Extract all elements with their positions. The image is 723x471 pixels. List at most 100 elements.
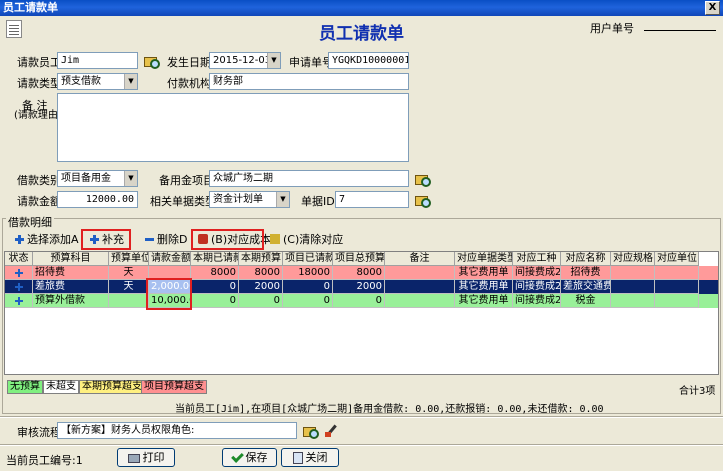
row-period-requested[interactable]: 8000 <box>191 266 239 280</box>
row-project-budget[interactable]: 8000 <box>333 266 385 280</box>
column-header[interactable]: 请款金额 <box>149 252 191 266</box>
row-project-budget[interactable]: 2000 <box>333 280 385 294</box>
column-header[interactable]: 状态 <box>5 252 33 266</box>
row-project-requested[interactable]: 18000 <box>283 266 333 280</box>
row-period-requested[interactable]: 0 <box>191 294 239 308</box>
plus-icon <box>15 235 24 244</box>
row-doc-type[interactable]: 其它费用单 <box>455 294 513 308</box>
pay-org-field[interactable]: 财务部 <box>209 73 409 90</box>
table-row[interactable]: 差旅费 天 2,000.00 0 2000 0 2000 其它费用单 间接费成2… <box>5 280 719 294</box>
print-label: 打印 <box>143 451 165 464</box>
chevron-down-icon[interactable]: ▼ <box>124 171 137 186</box>
row-name[interactable]: 税金 <box>561 294 611 308</box>
save-button[interactable]: 保存 <box>222 448 277 467</box>
request-type-value: 预支借款 <box>61 76 101 87</box>
employee-field[interactable]: Jim <box>57 52 138 69</box>
row-doc-type[interactable]: 其它费用单 <box>455 280 513 294</box>
column-header[interactable]: 对应工种 <box>513 252 561 266</box>
column-header[interactable]: 对应名称 <box>561 252 611 266</box>
row-name[interactable]: 差旅交通费 <box>561 280 611 294</box>
related-doc-type-value: 资金计划单 <box>213 194 263 205</box>
row-period-budget[interactable]: 2000 <box>239 280 283 294</box>
row-unit[interactable]: 天 <box>109 280 149 294</box>
approval-lookup-icon[interactable] <box>303 425 317 437</box>
clear-match-button[interactable]: (C)清除对应 <box>270 232 343 248</box>
borrow-type-select[interactable]: 项目备用金▼ <box>57 170 138 187</box>
select-add-label: 选择添加A <box>27 233 79 246</box>
request-type-select[interactable]: 预支借款 ▼ <box>57 73 138 90</box>
row-status[interactable] <box>5 266 33 280</box>
row-remark[interactable] <box>385 280 455 294</box>
date-picker[interactable]: 2015-12-03▼ <box>209 52 281 69</box>
column-header[interactable]: 预算科目 <box>33 252 109 266</box>
row-status[interactable] <box>5 294 33 308</box>
related-doc-type-select[interactable]: 资金计划单 ▼ <box>209 191 290 208</box>
printer-icon <box>128 454 140 463</box>
approval-label: 审核流程 <box>17 424 61 440</box>
row-remark[interactable] <box>385 294 455 308</box>
legend-no-budget: 无预算 <box>7 380 43 394</box>
form-header: 员工请款单 用户单号 <box>0 16 723 44</box>
approval-field[interactable]: 【新方案】财务人员权限角色: <box>57 422 297 439</box>
column-header[interactable]: 对应单据类型 <box>455 252 513 266</box>
select-add-button[interactable]: 选择添加A <box>15 232 79 248</box>
table-row[interactable]: 预算外借款 10,000.00 0 0 0 0 其它费用单 间接费成2 税金 <box>5 294 719 308</box>
remark-textarea[interactable] <box>57 93 409 162</box>
column-header[interactable]: 本期预算 <box>239 252 283 266</box>
row-work-type[interactable]: 间接费成2 <box>513 266 561 280</box>
row-project-requested[interactable]: 0 <box>283 280 333 294</box>
doc-id-lookup-icon[interactable] <box>415 194 429 206</box>
employee-lookup-icon[interactable] <box>144 55 158 67</box>
reserve-item-lookup-icon[interactable] <box>415 173 429 185</box>
status-employee-no: 当前员工编号:1 <box>6 452 83 468</box>
chevron-down-icon[interactable]: ▼ <box>267 53 280 68</box>
column-header[interactable]: 备注 <box>385 252 455 266</box>
employee-label: 请款员工 <box>17 54 61 70</box>
row-name[interactable]: 招待费 <box>561 266 611 280</box>
row-unit2[interactable] <box>655 280 699 294</box>
print-button[interactable]: 打印 <box>117 448 175 467</box>
row-unit[interactable]: 天 <box>109 266 149 280</box>
row-project-requested[interactable]: 0 <box>283 294 333 308</box>
row-project-budget[interactable]: 0 <box>333 294 385 308</box>
row-period-budget[interactable]: 8000 <box>239 266 283 280</box>
row-unit2[interactable] <box>655 294 699 308</box>
row-spec[interactable] <box>611 266 655 280</box>
window-close-button[interactable]: X <box>705 1 720 15</box>
row-subject[interactable]: 预算外借款 <box>33 294 109 308</box>
column-header[interactable]: 预算单位 <box>109 252 149 266</box>
detail-table[interactable]: 状态 预算科目 预算单位 请款金额 本期已请款 本期预算 项目已请款 项目总预算… <box>4 251 719 375</box>
amount-field[interactable]: 12000.00 <box>57 191 138 208</box>
column-header[interactable]: 对应单位 <box>655 252 699 266</box>
delete-button[interactable]: 删除D <box>145 232 187 248</box>
row-subject[interactable]: 招待费 <box>33 266 109 280</box>
doc-id-field[interactable]: 7 <box>335 191 409 208</box>
user-no-field[interactable] <box>644 30 716 31</box>
apply-no-field[interactable]: YGQKD100000017 <box>328 52 409 69</box>
column-header[interactable]: 对应规格 <box>611 252 655 266</box>
chevron-down-icon[interactable]: ▼ <box>124 74 137 89</box>
row-spec[interactable] <box>611 294 655 308</box>
row-unit2[interactable] <box>655 266 699 280</box>
row-status[interactable] <box>5 280 33 294</box>
column-header[interactable]: 本期已请款 <box>191 252 239 266</box>
row-remark[interactable] <box>385 266 455 280</box>
row-work-type[interactable]: 间接费成2 <box>513 294 561 308</box>
row-spec[interactable] <box>611 280 655 294</box>
row-period-requested[interactable]: 0 <box>191 280 239 294</box>
column-header[interactable]: 项目总预算 <box>333 252 385 266</box>
window-titlebar: 员工请款单 X <box>0 0 723 16</box>
legend-period-over: 本期预算超支 <box>79 380 145 394</box>
reserve-item-field[interactable]: 众城广场二期 <box>209 170 409 187</box>
column-header[interactable]: 项目已请款 <box>283 252 333 266</box>
row-doc-type[interactable]: 其它费用单 <box>455 266 513 280</box>
row-period-budget[interactable]: 0 <box>239 294 283 308</box>
detail-section-title: 借款明细 <box>6 214 54 230</box>
row-work-type[interactable]: 间接费成2 <box>513 280 561 294</box>
edit-flow-icon[interactable] <box>325 425 337 437</box>
row-unit[interactable] <box>109 294 149 308</box>
table-row[interactable]: 招待费 天 8000 8000 18000 8000 其它费用单 间接费成2 招… <box>5 266 719 280</box>
chevron-down-icon[interactable]: ▼ <box>276 192 289 207</box>
close-button[interactable]: 关闭 <box>281 448 339 467</box>
row-subject[interactable]: 差旅费 <box>33 280 109 294</box>
